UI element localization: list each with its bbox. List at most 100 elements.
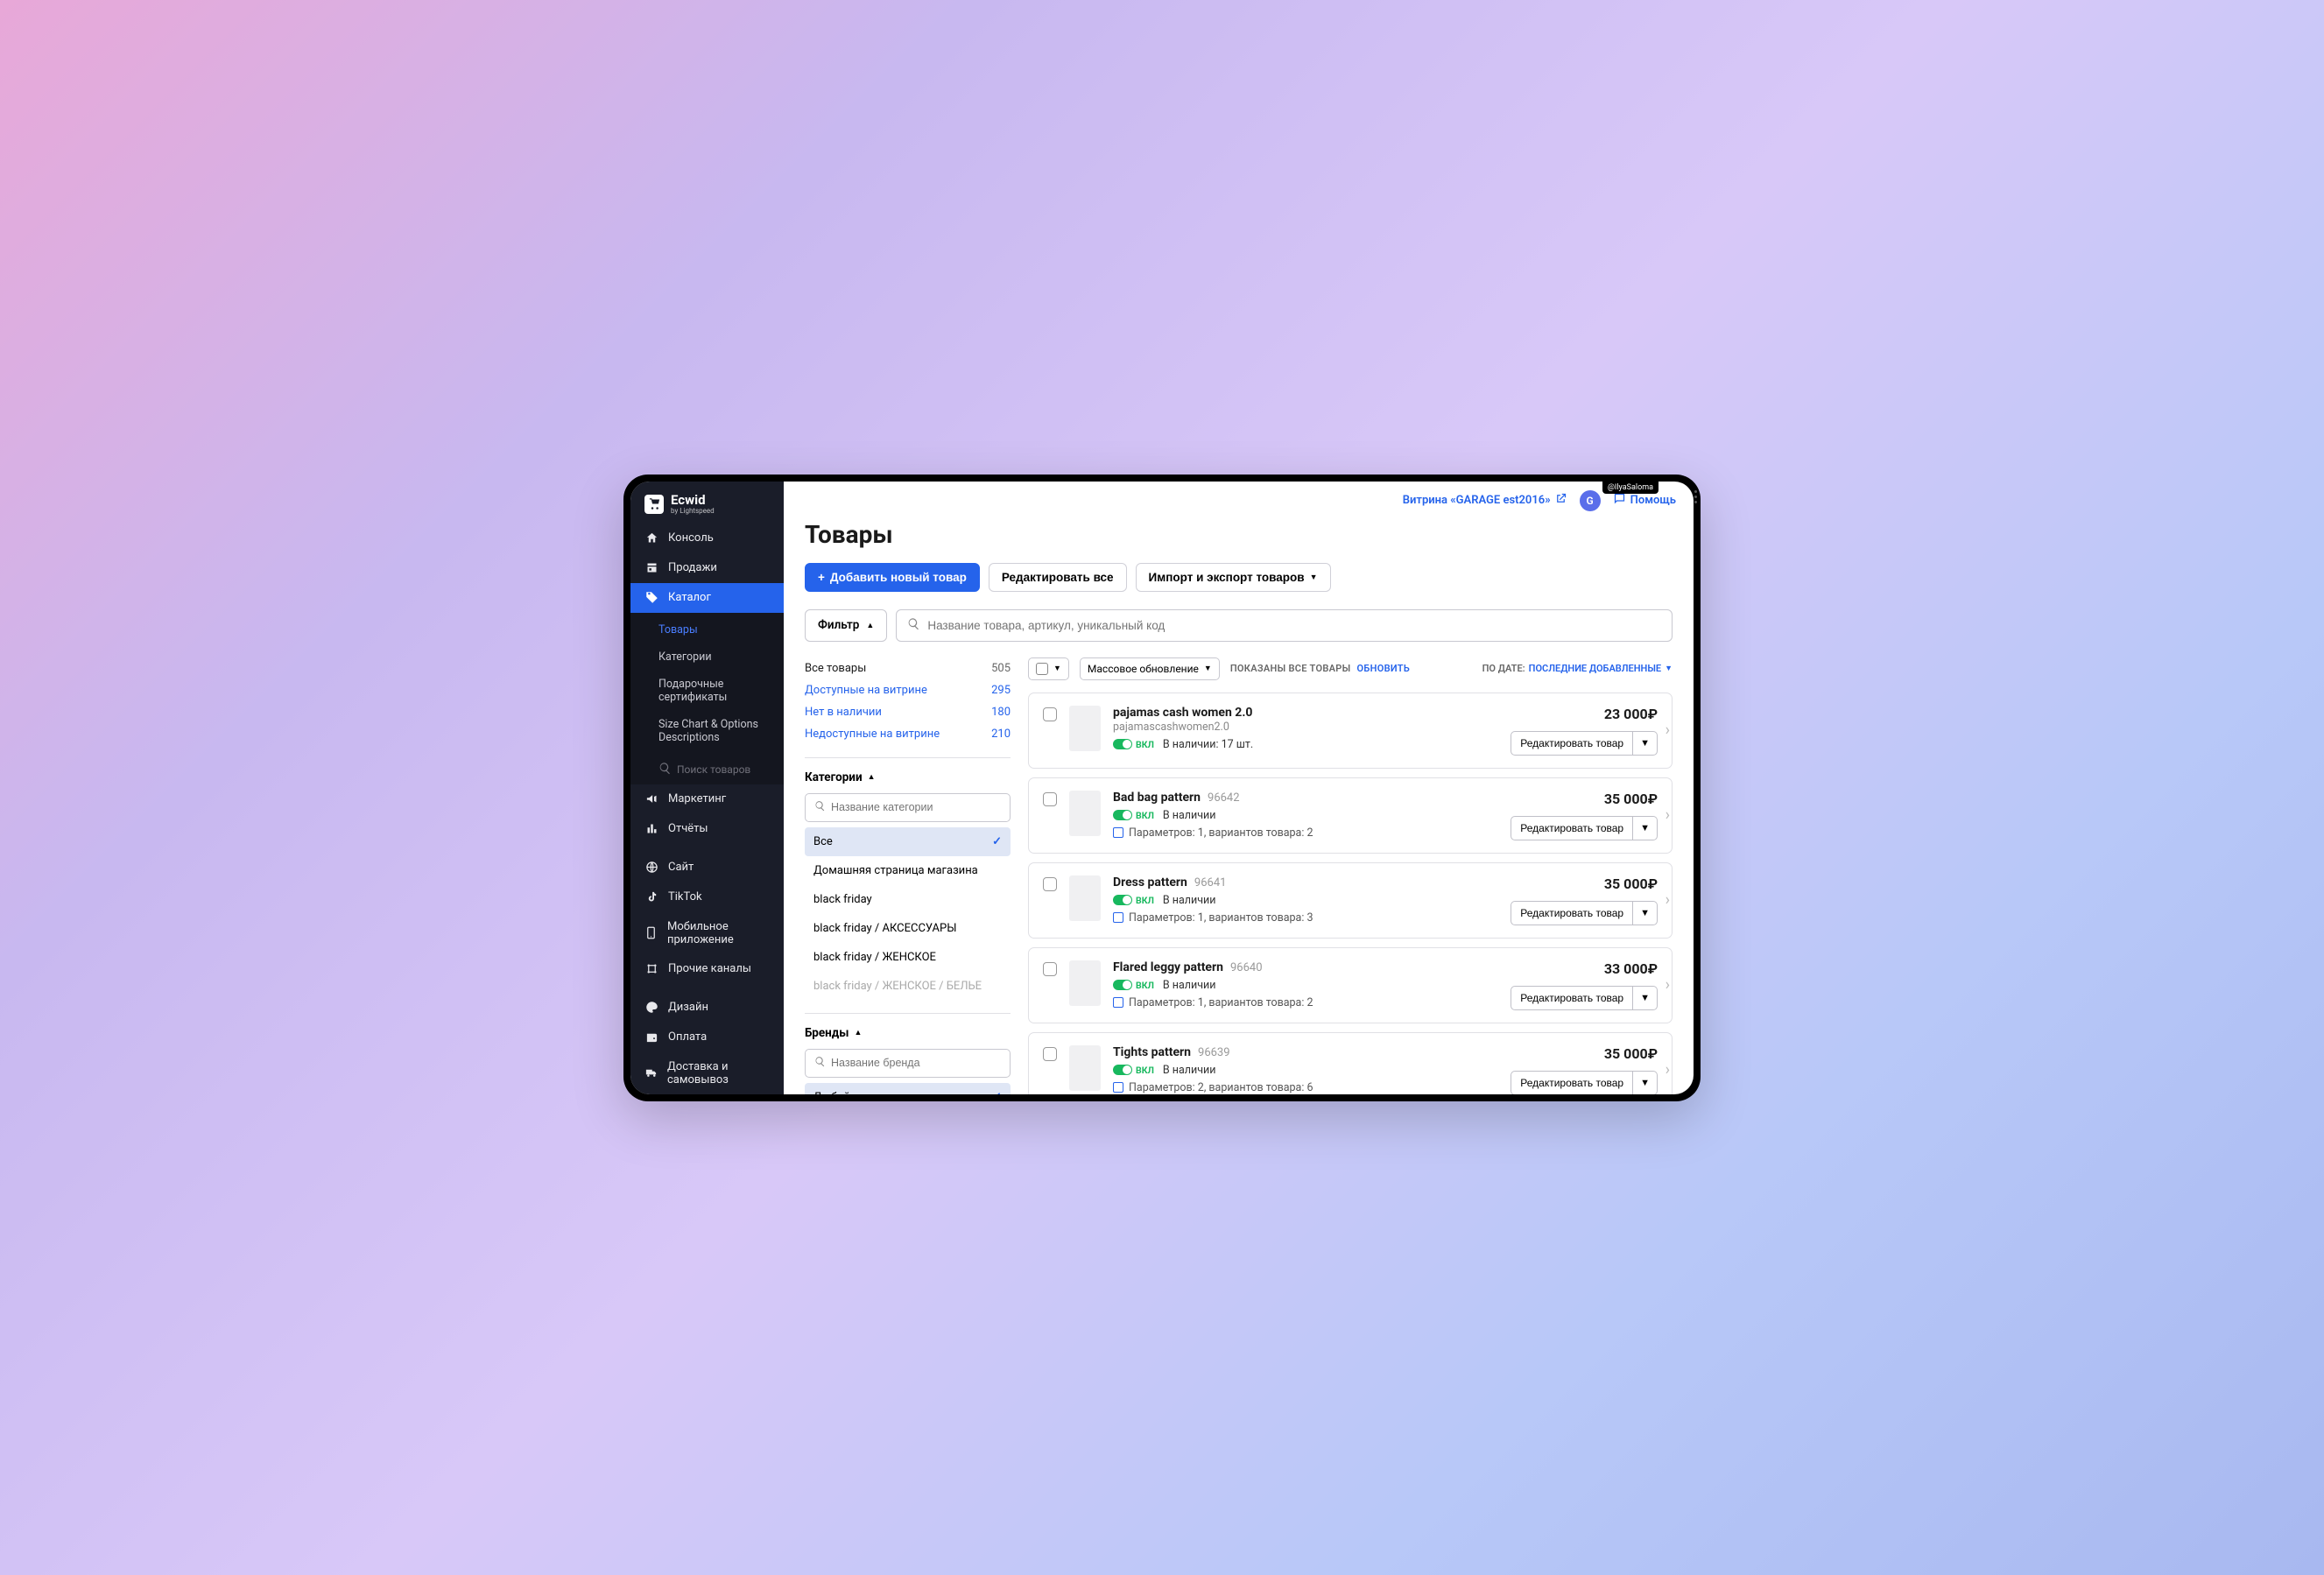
product-card: Dress pattern 96641 ВКЛ В наличии Параме… — [1028, 862, 1673, 939]
product-toggle[interactable]: ВКЛ — [1113, 1065, 1154, 1076]
category-search-input[interactable] — [831, 801, 1001, 813]
category-item[interactable]: black friday / ЖЕНСКОЕ / БЕЛЬЕ — [805, 972, 1011, 1001]
edit-product-caret[interactable]: ▼ — [1633, 1071, 1658, 1094]
chevron-right-icon[interactable]: › — [1660, 976, 1675, 995]
categories-heading[interactable]: Категории ▲ — [805, 770, 1011, 784]
sub-nav-item[interactable]: Категории — [630, 643, 784, 671]
filter-toggle-button[interactable]: Фильтр ▲ — [805, 609, 887, 642]
edit-product-button[interactable]: Редактировать товар — [1511, 986, 1633, 1010]
edit-product-caret[interactable]: ▼ — [1633, 986, 1658, 1010]
edit-product-button[interactable]: Редактировать товар — [1511, 1071, 1633, 1094]
brand-search-input[interactable] — [831, 1057, 1001, 1069]
nav-item-truck[interactable]: Доставка и самовывоз — [630, 1052, 784, 1094]
action-row: + Добавить новый товар Редактировать все… — [805, 563, 1673, 592]
edit-product-caret[interactable]: ▼ — [1633, 816, 1658, 840]
nav-item-home[interactable]: Консоль — [630, 524, 784, 553]
toggle-icon — [1113, 810, 1132, 820]
sub-nav-item[interactable]: Подарочные сертификаты — [630, 671, 784, 711]
select-all-checkbox[interactable]: ▼ — [1028, 657, 1069, 680]
product-toggle[interactable]: ВКЛ — [1113, 980, 1154, 991]
chevron-down-icon: ▼ — [1310, 573, 1318, 581]
refresh-link[interactable]: ОБНОВИТЬ — [1357, 663, 1411, 674]
chevron-right-icon[interactable]: › — [1660, 1061, 1675, 1079]
megaphone-icon — [644, 792, 658, 806]
product-name[interactable]: pajamas cash women 2.0 — [1113, 706, 1252, 720]
mass-update-button[interactable]: Массовое обновление ▼ — [1080, 657, 1220, 680]
category-search[interactable] — [805, 793, 1011, 822]
nav-item-megaphone[interactable]: Маркетинг — [630, 784, 784, 814]
product-toggle[interactable]: ВКЛ — [1113, 810, 1154, 821]
product-checkbox[interactable] — [1043, 877, 1057, 891]
edit-all-button[interactable]: Редактировать все — [989, 563, 1127, 592]
brand-logo[interactable]: Ecwid by Lightspeed — [630, 482, 784, 524]
home-icon — [644, 531, 658, 545]
product-toggle[interactable]: ВКЛ — [1113, 739, 1154, 750]
product-search-input[interactable] — [927, 619, 1661, 632]
product-checkbox[interactable] — [1043, 792, 1057, 806]
sub-nav-item[interactable]: Size Chart & Options Descriptions — [630, 711, 784, 751]
brand-search[interactable] — [805, 1049, 1011, 1078]
brands-heading[interactable]: Бренды ▲ — [805, 1026, 1011, 1040]
edit-product-button[interactable]: Редактировать товар — [1511, 816, 1633, 840]
sub-nav-item[interactable]: Товары — [630, 616, 784, 643]
toggle-label: ВКЛ — [1136, 895, 1154, 906]
truck-icon — [644, 1066, 658, 1080]
sidebar-search[interactable]: Поиск товаров — [630, 755, 784, 784]
chevron-right-icon[interactable]: › — [1660, 891, 1675, 910]
category-item[interactable]: black friday / АКСЕССУАРЫ — [805, 914, 1011, 943]
filter-link[interactable]: Недоступные на витрине210 — [805, 723, 1011, 745]
nav-item-tag[interactable]: Каталог — [630, 583, 784, 613]
filter-link[interactable]: Доступные на витрине295 — [805, 679, 1011, 701]
category-item[interactable]: black friday — [805, 885, 1011, 914]
nav-item-globe[interactable]: Сайт — [630, 853, 784, 882]
nav-label: Дизайн — [668, 1001, 708, 1014]
filter-panel: Все товары 505 Доступные на витрине295Не… — [805, 657, 1011, 1094]
chat-icon — [1613, 492, 1626, 509]
help-link[interactable]: Помощь — [1613, 492, 1676, 509]
page-title: Товары — [805, 520, 1673, 549]
nav-item-palette[interactable]: Дизайн — [630, 993, 784, 1023]
product-name[interactable]: Bad bag pattern — [1113, 791, 1201, 805]
product-name[interactable]: Flared leggy pattern — [1113, 960, 1223, 974]
product-name[interactable]: Tights pattern — [1113, 1045, 1191, 1059]
sort-control[interactable]: ПО ДАТЕ: ПОСЛЕДНИЕ ДОБАВЛЕННЫЕ ▼ — [1482, 663, 1673, 674]
avatar[interactable]: G — [1580, 490, 1601, 511]
chevron-right-icon[interactable]: › — [1660, 806, 1675, 825]
edit-product-caret[interactable]: ▼ — [1633, 901, 1658, 925]
product-checkbox[interactable] — [1043, 1047, 1057, 1061]
category-item[interactable]: black friday / ЖЕНСКОЕ — [805, 943, 1011, 972]
toggle-icon — [1113, 739, 1132, 749]
import-export-button[interactable]: Импорт и экспорт товаров ▼ — [1136, 563, 1331, 592]
add-product-button[interactable]: + Добавить новый товар — [805, 563, 980, 592]
edit-product-button[interactable]: Редактировать товар — [1511, 731, 1633, 756]
category-item[interactable]: Домашняя страница магазина — [805, 856, 1011, 885]
nav-item-tiktok[interactable]: TikTok — [630, 882, 784, 912]
product-checkbox[interactable] — [1043, 962, 1057, 976]
nav-item-sales[interactable]: Продажи — [630, 553, 784, 583]
storefront-link[interactable]: Витрина «GARAGE est2016» — [1403, 492, 1567, 509]
nav-item-wallet[interactable]: Оплата — [630, 1023, 784, 1052]
nav-item-stats[interactable]: Отчёты — [630, 814, 784, 844]
edit-product-caret[interactable]: ▼ — [1633, 731, 1658, 756]
product-name[interactable]: Dress pattern — [1113, 875, 1187, 889]
external-link-icon — [1554, 492, 1567, 509]
nav-item-mobile[interactable]: Мобильное приложение — [630, 912, 784, 954]
category-item[interactable]: Все✓ — [805, 827, 1011, 856]
brand-item[interactable]: Любой✓ — [805, 1083, 1011, 1094]
product-toggle[interactable]: ВКЛ — [1113, 895, 1154, 906]
product-sku: 96640 — [1230, 961, 1263, 974]
product-stock: В наличии — [1163, 894, 1216, 907]
filter-link[interactable]: Нет в наличии180 — [805, 701, 1011, 723]
chevron-down-icon: ▼ — [1053, 664, 1061, 673]
chevron-right-icon[interactable]: › — [1660, 721, 1675, 740]
product-price: 35 000₽ — [1604, 791, 1658, 807]
brand-label: Любой — [813, 1091, 850, 1094]
product-checkbox[interactable] — [1043, 707, 1057, 721]
stats-icon — [644, 822, 658, 836]
nav-label: Каталог — [668, 591, 711, 604]
nav-item-channels[interactable]: Прочие каналы — [630, 954, 784, 984]
edit-product-button[interactable]: Редактировать товар — [1511, 901, 1633, 925]
sidebar: Ecwid by Lightspeed КонсольПродажи Катало… — [630, 482, 784, 1094]
brand-subtitle: by Lightspeed — [671, 507, 715, 515]
product-search[interactable] — [896, 609, 1673, 642]
